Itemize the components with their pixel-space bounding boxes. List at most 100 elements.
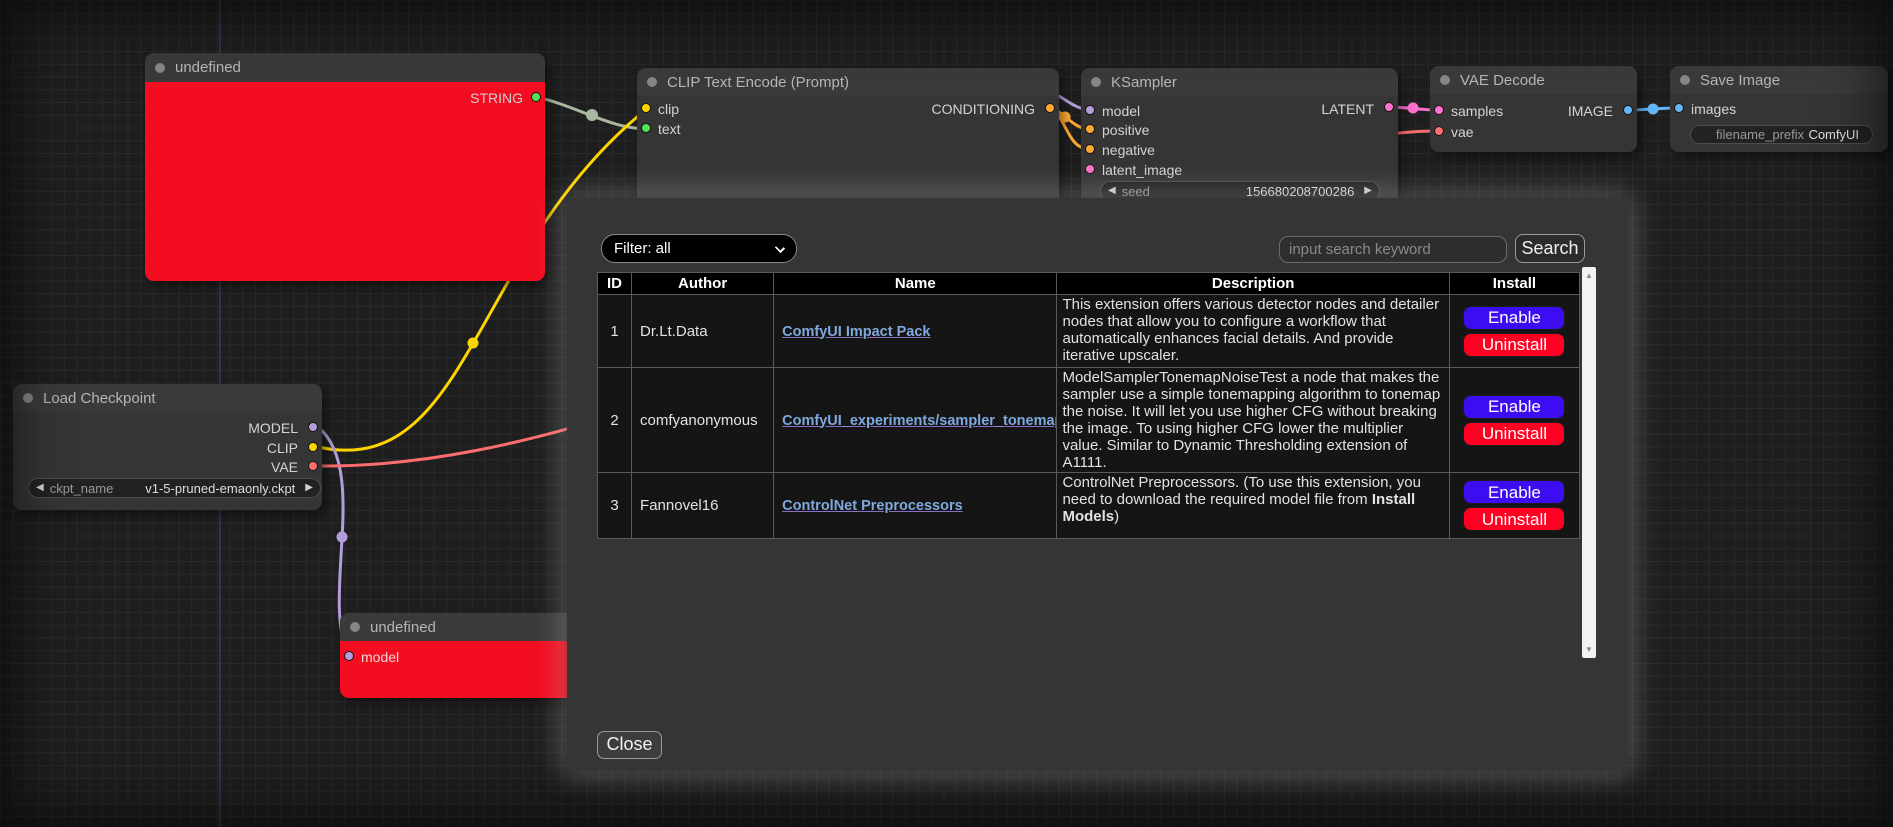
cell-install: Enable Uninstall (1449, 295, 1579, 368)
cell-description: ControlNet Preprocessors. (To use this e… (1057, 473, 1449, 539)
ckpt-name-widget[interactable]: ◀ ckpt_name v1-5-pruned-emaonly.ckpt ▶ (28, 478, 321, 498)
filter-select[interactable]: Filter: all (601, 234, 797, 263)
node-save-image[interactable]: Save Image images filename_prefix ComfyU… (1670, 66, 1888, 152)
ckpt-name-label: ckpt_name (50, 481, 114, 496)
node-ksampler[interactable]: KSampler model positive negative latent_… (1081, 68, 1398, 205)
table-row: 2 comfyanonymous ComfyUI_experiments/sam… (598, 368, 1580, 473)
node-undefined-bottom[interactable]: undefined model (340, 613, 585, 698)
uninstall-button[interactable]: Uninstall (1463, 507, 1565, 531)
table-row: 1 Dr.Lt.Data ComfyUI Impact Pack This ex… (598, 295, 1580, 368)
node-title: CLIP Text Encode (Prompt) (667, 74, 849, 91)
node-titlebar[interactable]: undefined (145, 53, 545, 82)
input-slot-positive[interactable] (1085, 124, 1095, 134)
node-body (145, 82, 545, 281)
input-slot-images[interactable] (1674, 103, 1684, 113)
custom-nodes-manager-dialog: Filter: all Search ID Author Name Descri… (567, 198, 1628, 770)
enable-button[interactable]: Enable (1463, 395, 1565, 419)
node-title: VAE Decode (1460, 72, 1545, 89)
output-slot-clip[interactable] (308, 442, 318, 452)
node-undefined-top[interactable]: undefined STRING (145, 53, 545, 281)
chevron-down-icon (775, 243, 785, 253)
link-dot-conditioning (1060, 112, 1071, 123)
node-title: Load Checkpoint (43, 390, 156, 407)
graph-canvas[interactable]: undefined STRING CLIP Text Encode (Promp… (0, 0, 1893, 827)
enable-button[interactable]: Enable (1463, 306, 1565, 330)
link-dot-model (337, 532, 348, 543)
input-label-latent-image: latent_image (1102, 162, 1182, 178)
node-title: KSampler (1111, 74, 1177, 91)
table-scrollbar[interactable]: ▲ ▼ (1582, 267, 1596, 658)
extension-link[interactable]: ControlNet Preprocessors (782, 498, 963, 514)
header-description: Description (1057, 273, 1449, 295)
node-title: Save Image (1700, 72, 1780, 89)
cell-name: ComfyUI_experiments/sampler_tonemap (774, 368, 1057, 473)
extension-link[interactable]: ComfyUI_experiments/sampler_tonemap (782, 413, 1057, 429)
seed-decrement-icon[interactable]: ◀ (1108, 186, 1116, 196)
node-title: undefined (175, 59, 241, 76)
input-slot-negative[interactable] (1085, 144, 1095, 154)
node-titlebar[interactable]: VAE Decode (1430, 66, 1637, 94)
node-titlebar[interactable]: undefined (340, 613, 585, 641)
ckpt-next-icon[interactable]: ▶ (305, 483, 313, 493)
cell-id: 2 (598, 368, 632, 473)
node-titlebar[interactable]: Load Checkpoint (13, 384, 322, 412)
cell-author: comfyanonymous (632, 368, 774, 473)
uninstall-button[interactable]: Uninstall (1463, 422, 1565, 446)
link-dot-clip (468, 338, 479, 349)
node-titlebar[interactable]: CLIP Text Encode (Prompt) (637, 68, 1059, 96)
input-slot-model[interactable] (1085, 105, 1095, 115)
scroll-down-icon[interactable]: ▼ (1582, 645, 1596, 654)
output-slot-model[interactable] (308, 422, 318, 432)
filename-prefix-widget[interactable]: filename_prefix ComfyUI (1690, 125, 1873, 144)
search-input[interactable] (1279, 236, 1507, 263)
table-header-row: ID Author Name Description Install (598, 273, 1580, 295)
filename-prefix-value: ComfyUI (1808, 127, 1859, 142)
collapse-dot-icon[interactable] (155, 63, 165, 73)
search-button[interactable]: Search (1515, 234, 1585, 263)
extensions-grid: ID Author Name Description Install 1 Dr.… (597, 267, 1596, 658)
cell-name: ComfyUI Impact Pack (774, 295, 1057, 368)
output-label-vae: VAE (271, 459, 298, 475)
collapse-dot-icon[interactable] (1091, 77, 1101, 87)
ckpt-prev-icon[interactable]: ◀ (36, 483, 44, 493)
collapse-dot-icon[interactable] (350, 622, 360, 632)
input-label-negative: negative (1102, 142, 1155, 158)
collapse-dot-icon[interactable] (23, 393, 33, 403)
output-label-string: STRING (470, 90, 523, 106)
input-slot-samples[interactable] (1434, 105, 1444, 115)
input-label-images: images (1691, 101, 1736, 117)
extension-link[interactable]: ComfyUI Impact Pack (782, 324, 930, 340)
input-slot-model[interactable] (344, 651, 354, 661)
output-slot-image[interactable] (1623, 105, 1633, 115)
enable-button[interactable]: Enable (1463, 480, 1565, 504)
input-label-model: model (361, 649, 399, 665)
cell-description: ModelSamplerTonemapNoiseTest a node that… (1057, 368, 1449, 473)
output-slot-vae[interactable] (308, 461, 318, 471)
node-titlebar[interactable]: KSampler (1081, 68, 1398, 96)
node-title: undefined (370, 619, 436, 636)
cell-author: Dr.Lt.Data (632, 295, 774, 368)
collapse-dot-icon[interactable] (1680, 75, 1690, 85)
seed-label: seed (1122, 184, 1150, 199)
collapse-dot-icon[interactable] (1440, 75, 1450, 85)
output-slot-string[interactable] (531, 92, 541, 102)
cell-install: Enable Uninstall (1449, 473, 1579, 539)
input-slot-vae[interactable] (1434, 126, 1444, 136)
node-titlebar[interactable]: Save Image (1670, 66, 1888, 94)
uninstall-button[interactable]: Uninstall (1463, 333, 1565, 357)
output-slot-latent[interactable] (1384, 102, 1394, 112)
input-slot-text[interactable] (641, 123, 651, 133)
seed-increment-icon[interactable]: ▶ (1364, 186, 1372, 196)
input-slot-latent-image[interactable] (1085, 164, 1095, 174)
node-clip-text-encode[interactable]: CLIP Text Encode (Prompt) clip text COND… (637, 68, 1059, 205)
output-slot-conditioning[interactable] (1045, 103, 1055, 113)
input-slot-clip[interactable] (641, 103, 651, 113)
close-button[interactable]: Close (597, 731, 662, 759)
collapse-dot-icon[interactable] (647, 77, 657, 87)
link-dot-latent (1408, 103, 1419, 114)
cell-id: 1 (598, 295, 632, 368)
node-load-checkpoint[interactable]: Load Checkpoint MODEL CLIP VAE ◀ ckpt_na… (13, 384, 322, 510)
scroll-up-icon[interactable]: ▲ (1582, 271, 1596, 280)
node-vae-decode[interactable]: VAE Decode samples vae IMAGE (1430, 66, 1637, 152)
cell-id: 3 (598, 473, 632, 539)
